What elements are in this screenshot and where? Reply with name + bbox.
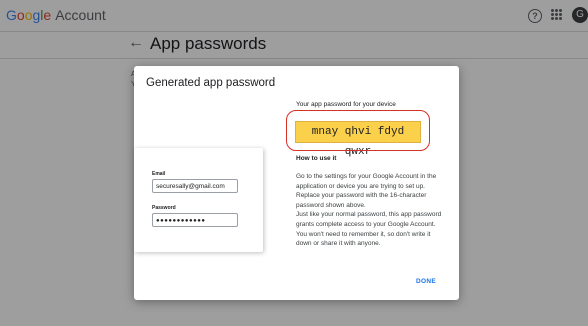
howto-body: Go to the settings for your Google Accou…	[296, 172, 446, 249]
highlight-circle	[286, 110, 430, 151]
sign-in-illustration: Email securesally@gmail.com Password ●●●…	[134, 148, 263, 252]
email-label: Email	[152, 171, 166, 177]
email-field: securesally@gmail.com	[152, 179, 238, 193]
howto-paragraph: Just like your normal password, this app…	[296, 211, 442, 248]
password-heading: Your app password for your device	[296, 101, 396, 108]
password-field: ●●●●●●●●●●●●	[152, 213, 238, 227]
howto-paragraph: Go to the settings for your Google Accou…	[296, 173, 437, 209]
howto-heading: How to use it	[296, 155, 337, 162]
password-label: Password	[152, 205, 176, 211]
generated-password-dialog: Generated app password Email securesally…	[134, 66, 459, 300]
done-button[interactable]: DONE	[416, 278, 436, 285]
dialog-title: Generated app password	[146, 77, 276, 89]
